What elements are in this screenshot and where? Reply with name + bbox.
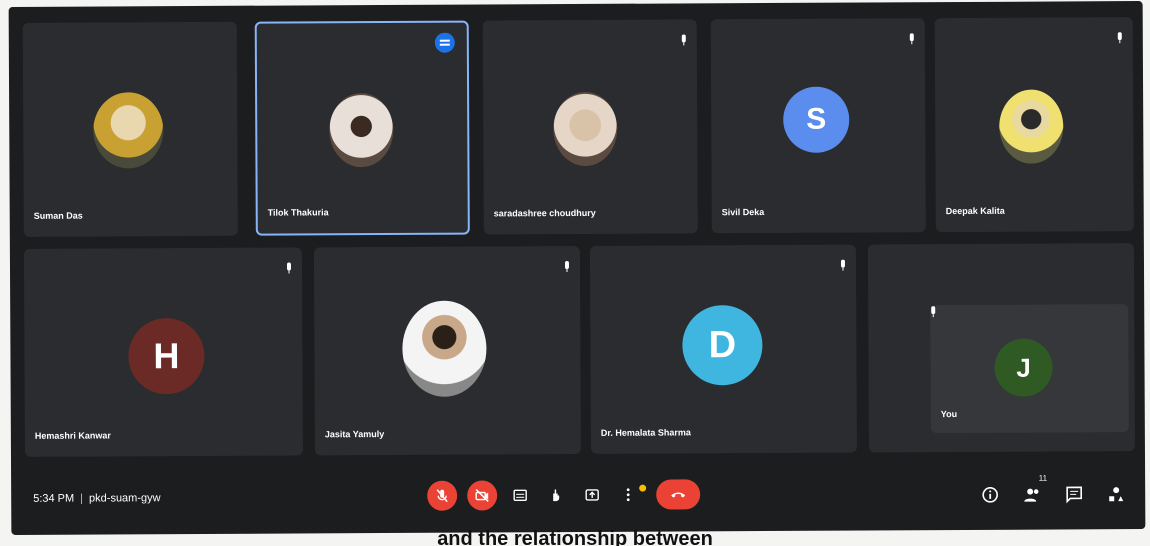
activities-icon <box>1109 487 1124 502</box>
camera-off-icon <box>475 488 489 503</box>
participant-photo <box>553 91 618 167</box>
participant-tile[interactable]: saradashree choudhury <box>482 19 698 235</box>
mic-off-icon <box>564 260 570 273</box>
mic-off-icon <box>930 304 1128 323</box>
participant-name: saradashree choudhury <box>493 207 596 219</box>
participant-name: Sivil Deka <box>721 207 765 218</box>
live-caption-text: and the relationship between <box>437 528 713 546</box>
raise-hand-icon <box>553 489 560 502</box>
participant-photo <box>402 300 487 397</box>
info-icon <box>982 487 998 503</box>
captions-button[interactable] <box>507 480 533 510</box>
self-avatar: J <box>994 338 1053 397</box>
participant-avatar: D <box>682 305 763 386</box>
mic-off-icon <box>436 489 448 503</box>
participant-tile[interactable]: S Sivil Deka <box>710 18 926 234</box>
participant-name: Suman Das <box>33 210 83 221</box>
participant-avatar: S <box>783 86 850 153</box>
participant-tile[interactable]: Jasita Yamuly <box>313 245 581 456</box>
raise-hand-button[interactable] <box>543 480 569 510</box>
chat-button[interactable] <box>1061 481 1087 507</box>
mic-off-icon <box>286 261 292 274</box>
participant-name: Deepak Kalita <box>945 205 1005 217</box>
more-options-button[interactable] <box>615 480 641 510</box>
participant-avatar: H <box>128 317 205 395</box>
captions-icon <box>513 489 527 502</box>
people-count: 11 <box>1038 473 1048 483</box>
participant-tile-active[interactable]: Tilok Thakuria <box>254 20 470 236</box>
mic-off-icon <box>840 259 846 271</box>
end-call-button[interactable] <box>656 479 701 510</box>
side-controls: 11 <box>977 474 1129 508</box>
participant-tile[interactable]: Suman Das <box>22 21 238 237</box>
participant-photo <box>329 92 394 168</box>
present-button[interactable] <box>579 480 605 510</box>
self-name: You <box>940 409 958 420</box>
meeting-details-button[interactable] <box>977 482 1003 508</box>
activities-button[interactable] <box>1103 481 1129 507</box>
participant-photo <box>999 89 1064 164</box>
bottom-toolbar: 5:34 PM | pkd-suam-gyw 11 <box>11 463 1145 529</box>
participant-tile[interactable]: Deepak Kalita <box>934 17 1134 233</box>
participant-photo <box>93 92 164 169</box>
more-options-icon <box>626 488 630 502</box>
mic-off-icon <box>909 32 915 45</box>
participant-name: Dr. Hemalata Sharma <box>600 427 691 438</box>
participant-tile[interactable]: D Dr. Hemalata Sharma <box>589 244 857 454</box>
mic-off-icon <box>681 33 687 46</box>
meeting-code: pkd-suam-gyw <box>88 492 161 505</box>
chat-icon <box>1066 486 1083 504</box>
notification-dot <box>639 484 647 492</box>
meet-window: Suman Das Tilok Thakuria saradashree cho… <box>8 1 1146 535</box>
self-view-tile[interactable]: J You <box>930 304 1129 434</box>
participant-tile[interactable]: H Hemashri Kanwar <box>23 247 303 457</box>
participant-name: Tilok Thakuria <box>267 207 329 218</box>
people-button[interactable]: 11 <box>1019 474 1047 508</box>
participant-name: Jasita Yamuly <box>324 429 385 440</box>
call-controls <box>427 479 701 511</box>
mic-toggle-button[interactable] <box>427 480 458 511</box>
camera-toggle-button[interactable] <box>467 480 498 511</box>
meeting-time: 5:34 PM <box>33 492 75 505</box>
participant-name: Hemashri Kanwar <box>34 430 111 441</box>
people-icon <box>1024 488 1039 502</box>
present-icon <box>585 489 599 501</box>
end-call-icon <box>671 492 686 498</box>
speaking-indicator-icon <box>434 32 455 53</box>
mic-off-icon <box>1117 31 1123 44</box>
meeting-info: 5:34 PM | pkd-suam-gyw <box>33 492 161 505</box>
